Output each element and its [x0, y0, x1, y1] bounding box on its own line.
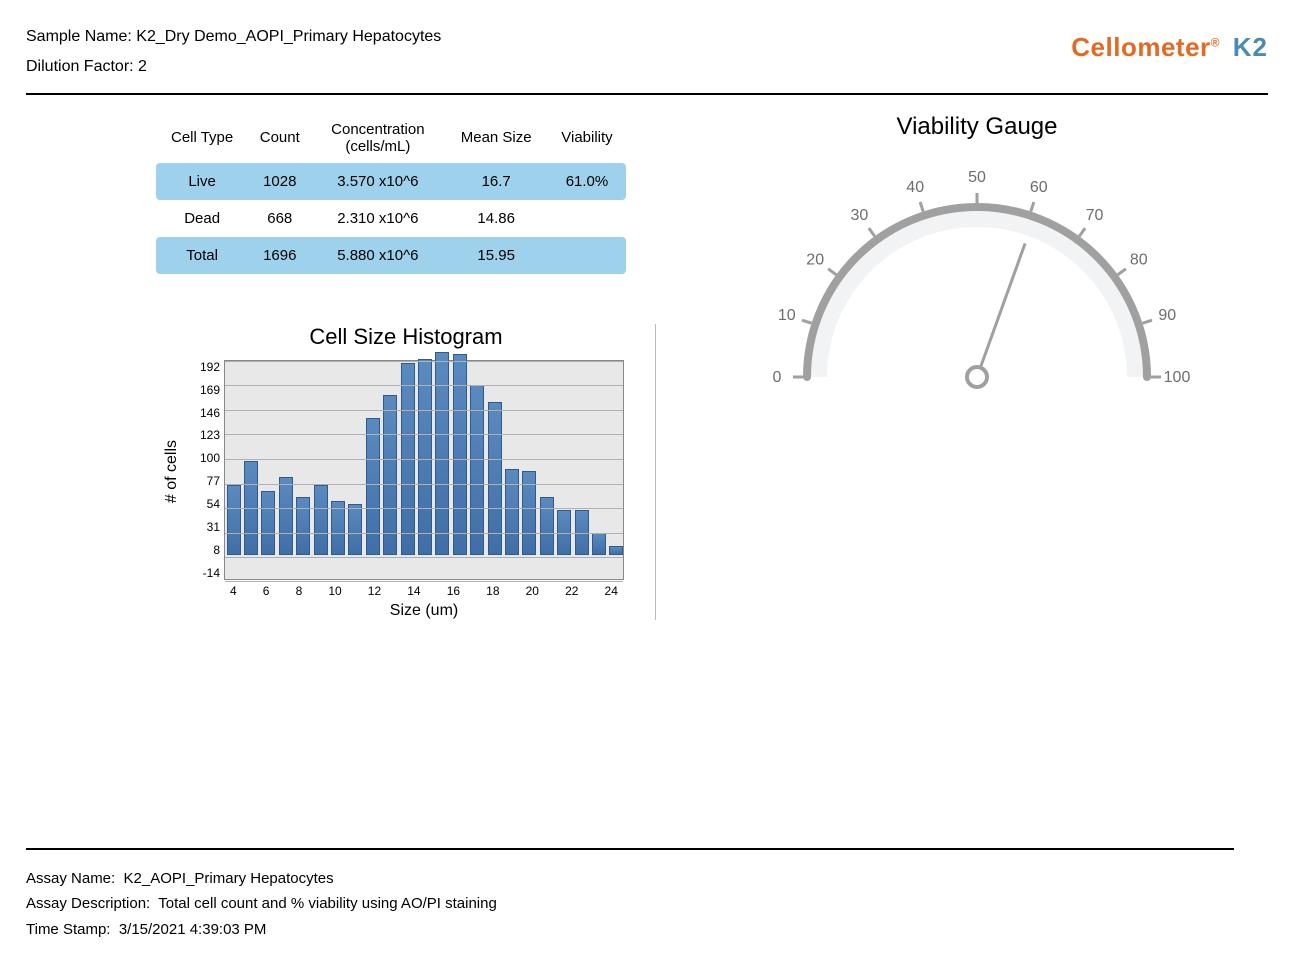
assay-desc-value: Total cell count and % viability using A… [158, 895, 497, 912]
histogram-bar [383, 395, 397, 555]
histogram-bar [227, 485, 241, 554]
table-cell: 3.570 x10^6 [311, 163, 444, 200]
histogram-bar [314, 485, 328, 554]
chart-plot-area [224, 360, 624, 580]
brand-text: Cellometer [1071, 32, 1210, 62]
table-cell: Total [156, 237, 248, 274]
svg-text:0: 0 [773, 369, 782, 386]
svg-text:10: 10 [778, 307, 796, 324]
chart-xlabel: Size (um) [224, 602, 624, 620]
table-cell: 5.880 x10^6 [311, 237, 444, 274]
gauge-title: Viability Gauge [686, 113, 1268, 141]
histogram-bar [366, 418, 380, 555]
sample-name-label: Sample Name: [26, 28, 132, 45]
svg-text:40: 40 [906, 179, 924, 196]
histogram-bar [453, 354, 467, 555]
histogram-bar [296, 497, 310, 555]
assay-desc-label: Assay Description: [26, 895, 150, 912]
table-header: Cell Type [156, 113, 248, 163]
histogram-bar [348, 504, 362, 555]
svg-text:30: 30 [851, 207, 869, 224]
histogram-bar [505, 469, 519, 554]
dilution-label: Dilution Factor: [26, 58, 134, 75]
report-footer: Assay Name: K2_AOPI_Primary Hepatocytes … [26, 848, 1234, 943]
table-row: Dead6682.310 x10^614.86 [156, 200, 626, 237]
histogram-bar [418, 359, 432, 554]
assay-name-value: K2_AOPI_Primary Hepatocytes [124, 870, 334, 887]
table-cell [548, 200, 626, 237]
svg-text:90: 90 [1158, 307, 1176, 324]
svg-text:50: 50 [968, 169, 986, 186]
table-header: Viability [548, 113, 626, 163]
timestamp-label: Time Stamp: [26, 921, 110, 938]
table-cell: Live [156, 163, 248, 200]
histogram-bar [331, 501, 345, 554]
histogram-bar [592, 533, 606, 554]
table-header: Concentration(cells/mL) [311, 113, 444, 163]
table-header: Count [248, 113, 311, 163]
chart-xticks: 4681012141618202224 [224, 580, 624, 598]
table-cell: 61.0% [548, 163, 626, 200]
histogram-bar [609, 546, 623, 555]
results-table: Cell TypeCountConcentration(cells/mL)Mea… [156, 113, 626, 274]
table-cell: 668 [248, 200, 311, 237]
svg-text:100: 100 [1164, 369, 1191, 386]
chart-ylabel: # of cells [163, 440, 181, 503]
brand-logo: Cellometer® K2 [1071, 32, 1268, 63]
viability-gauge: Viability Gauge 0 10 20 30 40 50 60 70 80 90 100 [686, 113, 1268, 407]
svg-text:20: 20 [806, 251, 824, 268]
brand-registered-icon: ® [1211, 35, 1220, 49]
brand-suffix: K2 [1233, 32, 1268, 62]
chart-title: Cell Size Histogram [188, 324, 624, 350]
histogram-bar [261, 491, 275, 555]
table-cell: 14.86 [444, 200, 548, 237]
table-cell: 15.95 [444, 237, 548, 274]
table-cell: 16.7 [444, 163, 548, 200]
table-cell: 2.310 x10^6 [311, 200, 444, 237]
timestamp-value: 3/15/2021 4:39:03 PM [119, 921, 267, 938]
header-info: Sample Name: K2_Dry Demo_AOPI_Primary He… [26, 22, 441, 83]
svg-text:80: 80 [1130, 251, 1148, 268]
chart-yticks: 1921691461231007754318-14 [188, 360, 224, 580]
svg-text:60: 60 [1030, 179, 1048, 196]
histogram-chart: # of cells Cell Size Histogram 192169146… [156, 324, 656, 620]
histogram-bar [279, 477, 293, 555]
report-header: Sample Name: K2_Dry Demo_AOPI_Primary He… [26, 22, 1268, 95]
histogram-bar [435, 352, 449, 555]
table-header: Mean Size [444, 113, 548, 163]
svg-text:70: 70 [1086, 207, 1104, 224]
table-row: Live10283.570 x10^616.761.0% [156, 163, 626, 200]
sample-name-value: K2_Dry Demo_AOPI_Primary Hepatocytes [136, 28, 441, 45]
gauge-graphic: 0 10 20 30 40 50 60 70 80 90 100 [757, 147, 1197, 407]
table-row: Total16965.880 x10^615.95 [156, 237, 626, 274]
table-cell: 1696 [248, 237, 311, 274]
dilution-value: 2 [138, 58, 147, 75]
table-cell: Dead [156, 200, 248, 237]
histogram-bar [540, 497, 554, 555]
assay-name-label: Assay Name: [26, 870, 115, 887]
table-cell: 1028 [248, 163, 311, 200]
table-cell [548, 237, 626, 274]
